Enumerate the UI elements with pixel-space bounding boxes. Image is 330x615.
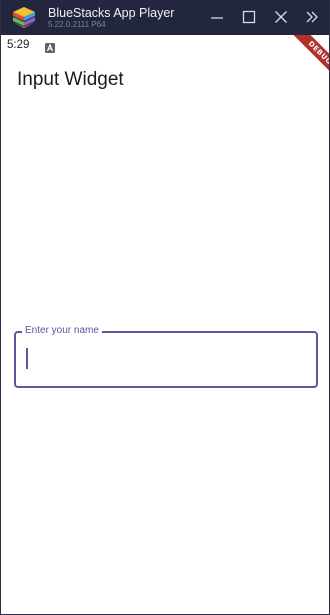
page-title: Input Widget (17, 69, 124, 90)
status-clock: 5:29 (7, 39, 30, 51)
android-a-icon (45, 40, 55, 53)
double-chevron-right-icon (306, 11, 318, 23)
maximize-icon (242, 10, 256, 24)
window-title: BlueStacks App Player (48, 6, 175, 20)
title-bar: BlueStacks App Player 5.22.0.2111 P64 (1, 0, 329, 35)
minimize-icon (211, 17, 223, 19)
maximize-button[interactable] (240, 8, 258, 26)
name-input-label: Enter your name (22, 325, 102, 337)
toggle-sidebar-button[interactable] (303, 8, 321, 26)
minimize-button[interactable] (208, 8, 226, 26)
status-bar: 5:29 (1, 35, 329, 55)
bluestacks-window: BlueStacks App Player 5.22.0.2111 P64 5:… (0, 0, 330, 615)
app-version: 5.22.0.2111 P64 (48, 20, 106, 29)
close-icon (275, 11, 287, 23)
name-input-field[interactable]: Enter your name (14, 325, 318, 388)
close-button[interactable] (272, 8, 290, 26)
text-cursor (26, 348, 28, 369)
bluestacks-logo-icon (11, 6, 37, 29)
